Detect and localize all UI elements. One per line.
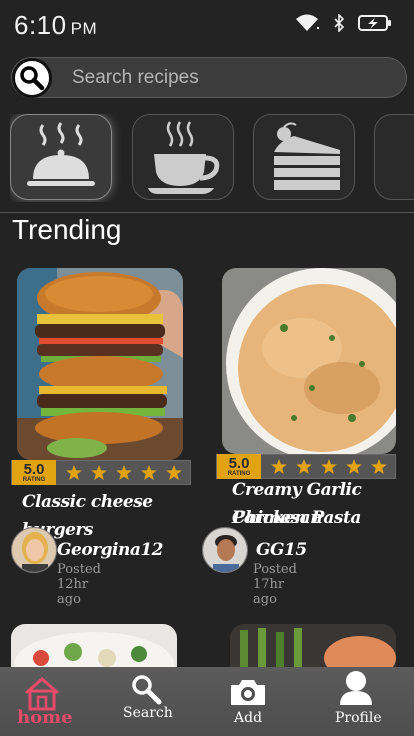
nav-home[interactable]: home [14, 667, 73, 736]
category-desserts[interactable] [253, 114, 355, 200]
recipe-image-burgers[interactable] [17, 268, 183, 460]
nav-add[interactable]: Add [228, 667, 268, 736]
posted-time: Posted 12hr ago [57, 562, 101, 607]
star-icon [321, 459, 337, 474]
star-icon [346, 459, 362, 474]
star-icon [166, 465, 182, 480]
wifi-icon [296, 14, 319, 31]
nav-home-label: home [17, 707, 73, 728]
rating-badge: 5.0 RATING [12, 460, 56, 485]
star-icon [141, 465, 157, 480]
home-icon [25, 677, 59, 711]
rating-label: RATING [22, 477, 46, 483]
bottom-nav: home Search Add Profile [0, 667, 414, 736]
section-title-trending: Trending [12, 214, 122, 245]
avatar[interactable] [202, 527, 248, 573]
rating-value: 5.0 [228, 455, 250, 472]
recipe-image-pasta[interactable] [222, 268, 396, 454]
search-icon [132, 675, 162, 705]
search-icon[interactable] [12, 58, 52, 98]
author-name[interactable]: GG15 [256, 540, 307, 560]
star-icon [91, 465, 107, 480]
star-rating [66, 465, 182, 480]
nav-profile-label: Profile [335, 710, 382, 726]
search-input[interactable] [72, 58, 392, 98]
battery-charging-icon [358, 15, 391, 31]
nav-search[interactable]: Search [118, 667, 173, 736]
recipe-title-line2[interactable]: Chicken Pasta [232, 504, 412, 532]
nav-profile[interactable]: Profile [332, 667, 382, 736]
coffee-cup-icon [148, 121, 220, 194]
status-bar: 6:10 PM [0, 0, 414, 50]
star-icon [371, 459, 387, 474]
status-time-ampm: PM [70, 19, 98, 38]
rating-value: 5.0 [23, 461, 45, 478]
star-icon [271, 459, 287, 474]
star-icon [116, 465, 132, 480]
category-main-dishes[interactable] [10, 114, 112, 200]
status-time-value: 6:10 [14, 10, 67, 40]
divider [0, 212, 414, 213]
star-icon [296, 459, 312, 474]
cloche-icon [27, 122, 95, 186]
search-bar[interactable] [11, 57, 407, 98]
cake-slice-icon [274, 122, 340, 190]
category-drinks[interactable] [132, 114, 234, 200]
star-icon [66, 465, 82, 480]
category-carousel[interactable] [10, 114, 414, 202]
bluetooth-icon [334, 14, 344, 32]
status-time: 6:10 PM [14, 10, 97, 41]
author-name[interactable]: Georgina12 [57, 540, 164, 560]
status-icons [294, 13, 392, 33]
star-rating [271, 459, 387, 474]
nav-search-label: Search [123, 705, 173, 721]
nav-add-label: Add [234, 710, 263, 726]
rating-bar: 5.0 RATING [11, 460, 191, 485]
avatar[interactable] [11, 527, 57, 573]
camera-icon [231, 680, 265, 705]
category-more[interactable] [374, 114, 414, 200]
profile-icon [340, 671, 372, 705]
posted-time: Posted 17hr ago [253, 562, 297, 607]
